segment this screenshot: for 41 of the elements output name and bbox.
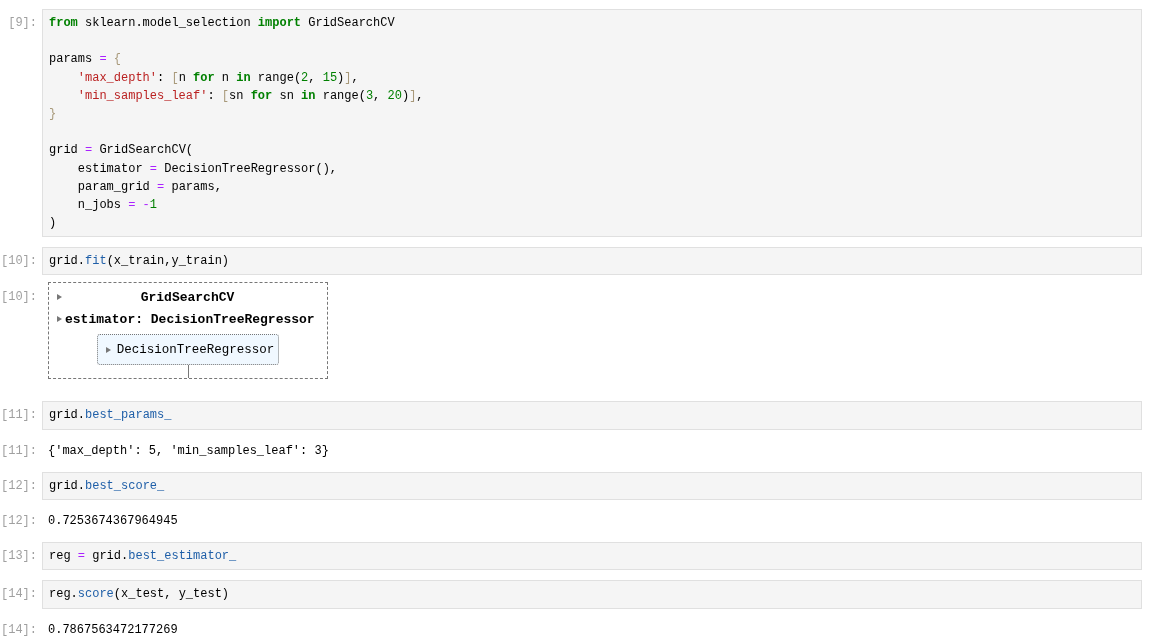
prompt-label: [12]: bbox=[0, 477, 37, 495]
code-line: 'max_depth': [n for n in range(2, 15)], bbox=[76, 69, 360, 87]
prompt-label: [10]: bbox=[0, 253, 37, 271]
estimator-toggle[interactable]: DecisionTreeRegressor bbox=[96, 334, 280, 366]
prompt-label: [13]: bbox=[0, 548, 37, 566]
code-line: params = { bbox=[49, 51, 123, 69]
output-text: 0.7867563472177269 bbox=[48, 621, 178, 639]
code-line: reg = grid.best_estimator_ bbox=[49, 548, 238, 566]
code-line: grid.fit(x_train,y_train) bbox=[49, 253, 231, 271]
code-line: from sklearn.model_selection import GridSearchCV bbox=[49, 15, 396, 32]
connector-line bbox=[187, 365, 189, 379]
code-cell[interactable]: grid.best_params_ bbox=[42, 401, 1142, 430]
code-cell[interactable]: grid.fit(x_train,y_train) bbox=[42, 247, 1142, 276]
estimator-label[interactable]: estimator: DecisionTreeRegressor bbox=[65, 311, 315, 327]
code-line: grid.best_score_ bbox=[49, 477, 166, 495]
code-cell[interactable]: grid.best_score_ bbox=[42, 471, 1142, 500]
code-line: grid = GridSearchCV( bbox=[49, 142, 195, 160]
code-cell[interactable] bbox=[42, 9, 1142, 238]
code-line: grid.best_params_ bbox=[49, 407, 173, 425]
prompt-label: [12]: bbox=[0, 513, 37, 530]
caret-icon[interactable] bbox=[57, 316, 62, 323]
prompt-label: [10]: bbox=[0, 289, 37, 307]
code-line: ) bbox=[49, 215, 58, 233]
code-line: } bbox=[49, 105, 58, 123]
caret-icon[interactable] bbox=[57, 294, 62, 301]
estimator-title[interactable]: GridSearchCV bbox=[62, 289, 323, 305]
code-line: 'min_samples_leaf': [sn for sn in range(3, 20)], bbox=[76, 87, 425, 105]
output-text: 0.7253674367964945 bbox=[48, 513, 178, 530]
code-line: param_grid = params, bbox=[76, 178, 223, 196]
code-line: estimator = DecisionTreeRegressor(), bbox=[76, 160, 339, 178]
prompt-label: [14]: bbox=[0, 621, 37, 639]
code-cell[interactable]: reg = grid.best_estimator_ bbox=[42, 542, 1142, 571]
prompt-label: [11]: bbox=[0, 442, 37, 460]
caret-icon bbox=[105, 346, 111, 353]
code-line: reg.score(x_test, y_test) bbox=[49, 586, 231, 604]
prompt-label: [14]: bbox=[0, 586, 37, 604]
prompt-label: [9]: bbox=[7, 15, 37, 32]
code-line: n_jobs = -1 bbox=[76, 196, 159, 214]
output-text: {'max_depth': 5, 'min_samples_leaf': 3} bbox=[48, 442, 329, 460]
prompt-label: [11]: bbox=[0, 407, 37, 425]
code-cell[interactable]: reg.score(x_test, y_test) bbox=[42, 580, 1142, 609]
